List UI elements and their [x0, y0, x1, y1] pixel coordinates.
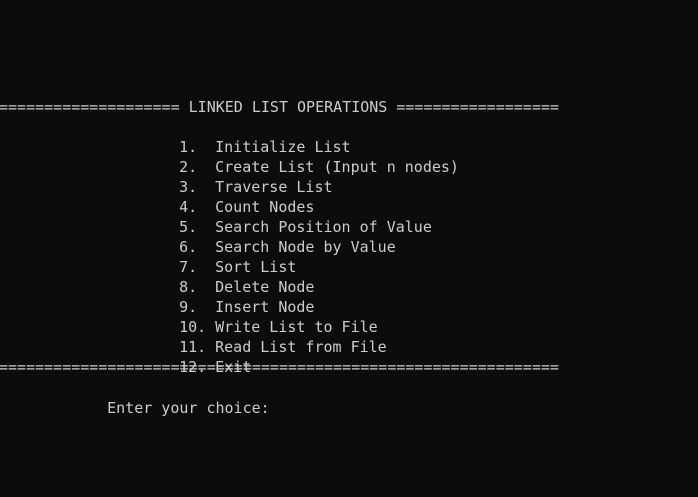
menu-item: 4. Count Nodes [143, 177, 314, 216]
menu-item: 3. Traverse List [143, 157, 332, 196]
menu-item: 1. Initialize List [143, 117, 350, 156]
menu-item: 2. Create List (Input n nodes) [143, 137, 459, 176]
menu-item: 10. Write List to File [143, 297, 378, 336]
menu-item: 9. Insert Node [143, 277, 314, 316]
menu-item: 8. Delete Node [143, 257, 314, 296]
menu-item: 11. Read List from File [143, 317, 387, 356]
menu-footer-banner: ========================================… [0, 358, 559, 376]
menu-header-banner: ==================== LINKED LIST OPERATI… [0, 98, 559, 116]
choice-prompt-label: Enter your choice: [107, 399, 270, 417]
menu-item: 5. Search Position of Value [143, 197, 432, 236]
terminal-window[interactable]: ==================== LINKED LIST OPERATI… [0, 0, 698, 497]
choice-prompt[interactable]: Enter your choice: [71, 377, 270, 417]
menu-item: 7. Sort List [143, 237, 296, 276]
menu-item: 6. Search Node by Value [143, 217, 396, 256]
menu-item: 12. Exit [143, 337, 251, 376]
